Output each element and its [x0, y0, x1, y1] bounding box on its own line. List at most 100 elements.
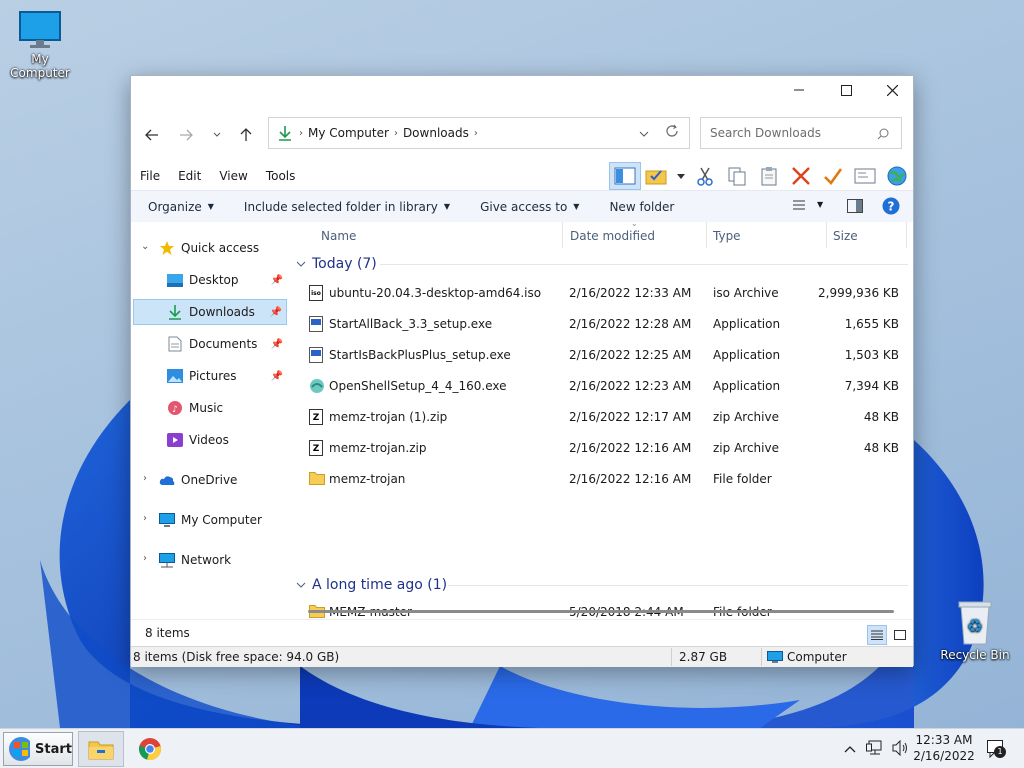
view-dropdown-button[interactable]: ▼	[817, 200, 823, 209]
network-status-button[interactable]	[866, 740, 884, 759]
large-icons-view-icon	[894, 629, 906, 640]
file-row[interactable]: memz-trojan 2/16/2022 12:16 AM File folder	[290, 464, 914, 495]
paste-button[interactable]	[753, 162, 785, 190]
column-date-modified[interactable]: Date modified	[570, 229, 655, 243]
nav-network[interactable]: Network	[159, 547, 287, 573]
column-type[interactable]: Type	[713, 229, 741, 243]
title-bar[interactable]	[131, 76, 913, 104]
address-row: › My Computer › Downloads › Search Downl…	[131, 104, 913, 162]
details-view-button[interactable]	[867, 625, 887, 645]
nav-videos[interactable]: Videos	[133, 427, 287, 453]
refresh-button[interactable]	[665, 124, 679, 141]
expand-chevron-icon[interactable]: ›	[143, 553, 147, 564]
horizontal-scrollbar[interactable]	[308, 610, 894, 613]
menu-edit[interactable]: Edit	[169, 169, 210, 183]
iso-file-icon: iso	[309, 285, 325, 301]
file-size: 7,394 KB	[844, 379, 899, 393]
zip-file-icon: Z	[309, 440, 325, 456]
column-divider[interactable]	[562, 222, 563, 248]
monitor-icon	[19, 11, 61, 48]
file-name: memz-trojan (1).zip	[329, 410, 448, 424]
recent-locations-button[interactable]	[206, 124, 228, 146]
up-button[interactable]	[235, 124, 257, 146]
group-header-today[interactable]: Today (7)	[296, 252, 908, 276]
clock[interactable]: 12:33 AM 2/16/2022	[908, 732, 980, 764]
file-row[interactable]: Zmemz-trojan (1).zip 2/16/2022 12:17 AM zi…	[290, 402, 914, 433]
help-button[interactable]: ?	[882, 197, 900, 218]
recycle-bin-icon: ♻	[958, 601, 992, 645]
start-button[interactable]: Start	[3, 732, 73, 766]
large-icons-view-button[interactable]	[890, 625, 910, 645]
desktop-icon-my-computer[interactable]: My Computer	[0, 10, 80, 80]
include-in-library-button[interactable]: Include selected folder in library ▼	[235, 200, 459, 214]
nav-quick-access[interactable]: Quick access	[159, 235, 287, 261]
address-bar[interactable]: › My Computer › Downloads ›	[268, 117, 690, 149]
expand-chevron-icon[interactable]: ›	[143, 513, 147, 524]
file-row[interactable]: Zmemz-trojan.zip 2/16/2022 12:16 AM zip Ar…	[290, 433, 914, 464]
column-divider[interactable]	[826, 222, 827, 248]
checkmark-icon	[824, 168, 843, 186]
desktop-icon-recycle-bin[interactable]: ♻ Recycle Bin	[935, 600, 1015, 662]
menu-file[interactable]: File	[131, 169, 169, 183]
nav-music[interactable]: ♪ Music	[133, 395, 287, 421]
delete-button[interactable]	[785, 162, 817, 190]
maximize-button[interactable]	[823, 76, 869, 104]
copy-button[interactable]	[721, 162, 753, 190]
properties-button[interactable]	[849, 162, 881, 190]
chevron-down-icon	[296, 261, 306, 267]
show-hidden-icons-button[interactable]	[844, 742, 856, 756]
column-name[interactable]: Name	[321, 229, 356, 243]
file-type: zip Archive	[713, 441, 779, 455]
file-row[interactable]: OpenShellSetup_4_4_160.exe 2/16/2022 12:2…	[290, 371, 914, 402]
address-dropdown-button[interactable]	[639, 126, 649, 140]
menu-tools[interactable]: Tools	[257, 169, 305, 183]
select-button[interactable]	[641, 162, 673, 190]
group-header-long-ago[interactable]: A long time ago (1)	[296, 573, 908, 597]
nav-my-computer[interactable]: My Computer	[159, 507, 287, 533]
back-button[interactable]	[141, 124, 163, 146]
change-view-button[interactable]	[793, 199, 807, 214]
file-row[interactable]: iso ubuntu-20.04.3-desktop-amd64.iso 2/16/…	[290, 278, 914, 309]
preview-pane-button[interactable]	[609, 162, 641, 190]
taskbar-file-explorer[interactable]	[78, 731, 124, 767]
search-input[interactable]: Search Downloads	[700, 117, 902, 149]
organize-button[interactable]: Organize ▼	[139, 200, 223, 214]
column-size[interactable]: Size	[833, 229, 858, 243]
new-folder-button[interactable]: New folder	[600, 200, 683, 214]
nav-pictures[interactable]: Pictures 📌	[133, 363, 287, 389]
close-button[interactable]	[869, 76, 915, 104]
star-icon	[159, 240, 175, 256]
file-name: StartAllBack_3.3_setup.exe	[329, 317, 493, 331]
nav-desktop[interactable]: Desktop 📌	[133, 267, 287, 293]
give-access-button[interactable]: Give access to ▼	[471, 200, 588, 214]
preview-pane-toggle[interactable]	[847, 199, 863, 216]
column-divider[interactable]	[706, 222, 707, 248]
nav-downloads[interactable]: Downloads 📌	[133, 299, 287, 325]
expand-chevron-icon[interactable]: ›	[143, 473, 147, 484]
arrow-left-icon	[145, 129, 158, 141]
chevron-right-icon: ›	[473, 127, 478, 139]
file-row[interactable]: StartIsBackPlusPlus_setup.exe 2/16/2022 1…	[290, 340, 914, 371]
notification-center-button[interactable]: 1	[987, 740, 1006, 761]
file-row[interactable]: StartAllBack_3.3_setup.exe 2/16/2022 12:2…	[290, 309, 914, 340]
select-dropdown-button[interactable]	[673, 162, 689, 190]
taskbar-chrome[interactable]	[127, 731, 173, 767]
rename-button[interactable]	[817, 162, 849, 190]
breadcrumb-my-computer[interactable]: My Computer	[308, 126, 389, 140]
column-divider[interactable]	[906, 222, 907, 248]
network-icon	[159, 552, 175, 568]
expand-chevron-icon[interactable]: ⌄	[141, 241, 149, 252]
cut-button[interactable]	[689, 162, 721, 190]
properties-card-icon	[854, 168, 876, 184]
file-date: 2/16/2022 12:16 AM	[569, 441, 692, 455]
file-name: StartIsBackPlusPlus_setup.exe	[329, 348, 511, 362]
menu-view[interactable]: View	[210, 169, 256, 183]
nav-documents[interactable]: Documents 📌	[133, 331, 287, 357]
pin-icon: 📌	[270, 370, 283, 382]
internet-button[interactable]	[881, 162, 913, 190]
nav-onedrive[interactable]: OneDrive	[159, 467, 287, 493]
forward-button[interactable]	[175, 124, 197, 146]
breadcrumb-downloads[interactable]: Downloads	[403, 126, 469, 140]
command-bar: Organize ▼ Include selected folder in lib…	[131, 190, 913, 222]
minimize-button[interactable]	[776, 76, 822, 104]
